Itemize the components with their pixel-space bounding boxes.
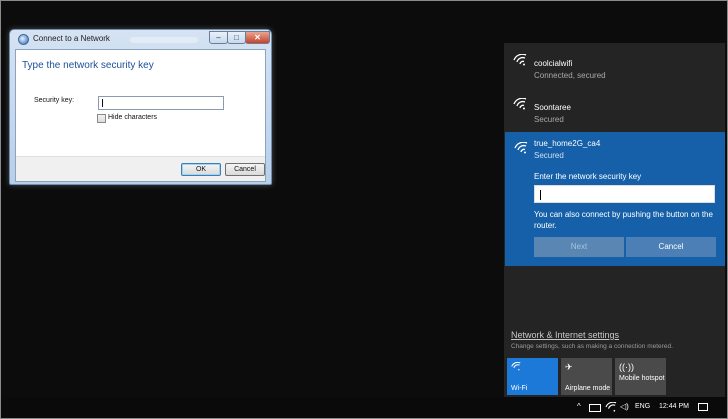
battery-icon[interactable]: [589, 404, 601, 412]
ok-button[interactable]: OK: [181, 163, 221, 176]
network-item-coolcialwifi[interactable]: coolcialwifi Connected, secured: [504, 43, 725, 83]
next-button[interactable]: Next: [534, 237, 624, 257]
dialog-title: Connect to a Network: [33, 34, 110, 43]
network-key-input[interactable]: [534, 185, 715, 203]
taskbar: ^ ◁) ENG 12:44 PM: [0, 397, 728, 419]
hotspot-icon: ((·)): [619, 362, 634, 372]
hide-characters-checkbox[interactable]: [97, 114, 106, 123]
text-caret: [540, 190, 541, 200]
close-button[interactable]: ✕: [245, 31, 270, 44]
security-key-label: Security key:: [34, 97, 75, 104]
clock[interactable]: 12:44 PM: [659, 403, 689, 410]
enter-key-label: Enter the network security key: [534, 172, 642, 181]
titlebar-glass-highlight: [130, 37, 198, 43]
hide-characters-label[interactable]: Hide characters: [108, 114, 157, 121]
wifi-signal-icon: [513, 98, 527, 110]
maximize-button[interactable]: □: [227, 31, 246, 44]
network-status: Secured: [534, 151, 564, 160]
network-item-soontaree[interactable]: Soontaree Secured: [504, 87, 725, 127]
connect-to-network-dialog: Connect to a Network – □ ✕ Type the netw…: [9, 29, 272, 185]
wifi-tray-icon[interactable]: [605, 402, 617, 412]
volume-icon[interactable]: ◁): [620, 402, 629, 411]
network-flyout: coolcialwifi Connected, secured Soontare…: [504, 43, 725, 397]
show-hidden-icons-chevron-icon[interactable]: ^: [577, 402, 581, 411]
network-name: Soontaree: [534, 103, 571, 112]
airplane-icon: ✈: [565, 362, 573, 372]
network-settings-link[interactable]: Network & Internet settings: [511, 330, 619, 340]
mobile-hotspot-quick-action[interactable]: ((·)) Mobile hotspot: [615, 358, 666, 395]
cancel-button[interactable]: Cancel: [225, 163, 265, 176]
network-name: coolcialwifi: [534, 59, 573, 68]
wifi-icon: [511, 362, 521, 371]
wifi-quick-action[interactable]: Wi-Fi: [507, 358, 558, 395]
action-center-icon[interactable]: [698, 403, 708, 411]
dialog-footer: OK Cancel: [16, 156, 265, 181]
wifi-signal-icon: [513, 54, 527, 66]
quick-action-label: Mobile hotspot: [619, 375, 665, 382]
security-key-input[interactable]: [98, 96, 224, 110]
wifi-signal-icon: [514, 142, 528, 154]
flyout-cancel-button[interactable]: Cancel: [626, 237, 716, 257]
minimize-button[interactable]: –: [209, 31, 228, 44]
text-caret: [102, 99, 103, 107]
push-button-hint: You can also connect by pushing the butt…: [534, 210, 713, 230]
quick-action-label: Airplane mode: [565, 385, 611, 392]
language-indicator[interactable]: ENG: [635, 403, 650, 410]
network-item-true-home2g-ca4[interactable]: true_home2G_ca4 Secured Enter the networ…: [505, 132, 725, 266]
airplane-mode-quick-action[interactable]: ✈ Airplane mode: [561, 358, 612, 395]
network-name: true_home2G_ca4: [534, 139, 601, 148]
network-status: Secured: [534, 115, 564, 124]
network-status: Connected, secured: [534, 71, 606, 80]
quick-action-label: Wi-Fi: [511, 385, 528, 392]
dialog-body: Type the network security key Security k…: [15, 49, 266, 182]
dialog-heading: Type the network security key: [22, 60, 154, 71]
network-settings-description: Change settings, such as making a connec…: [511, 343, 673, 350]
dialog-titlebar[interactable]: Connect to a Network – □ ✕: [10, 30, 271, 50]
network-globe-icon: [18, 34, 29, 45]
